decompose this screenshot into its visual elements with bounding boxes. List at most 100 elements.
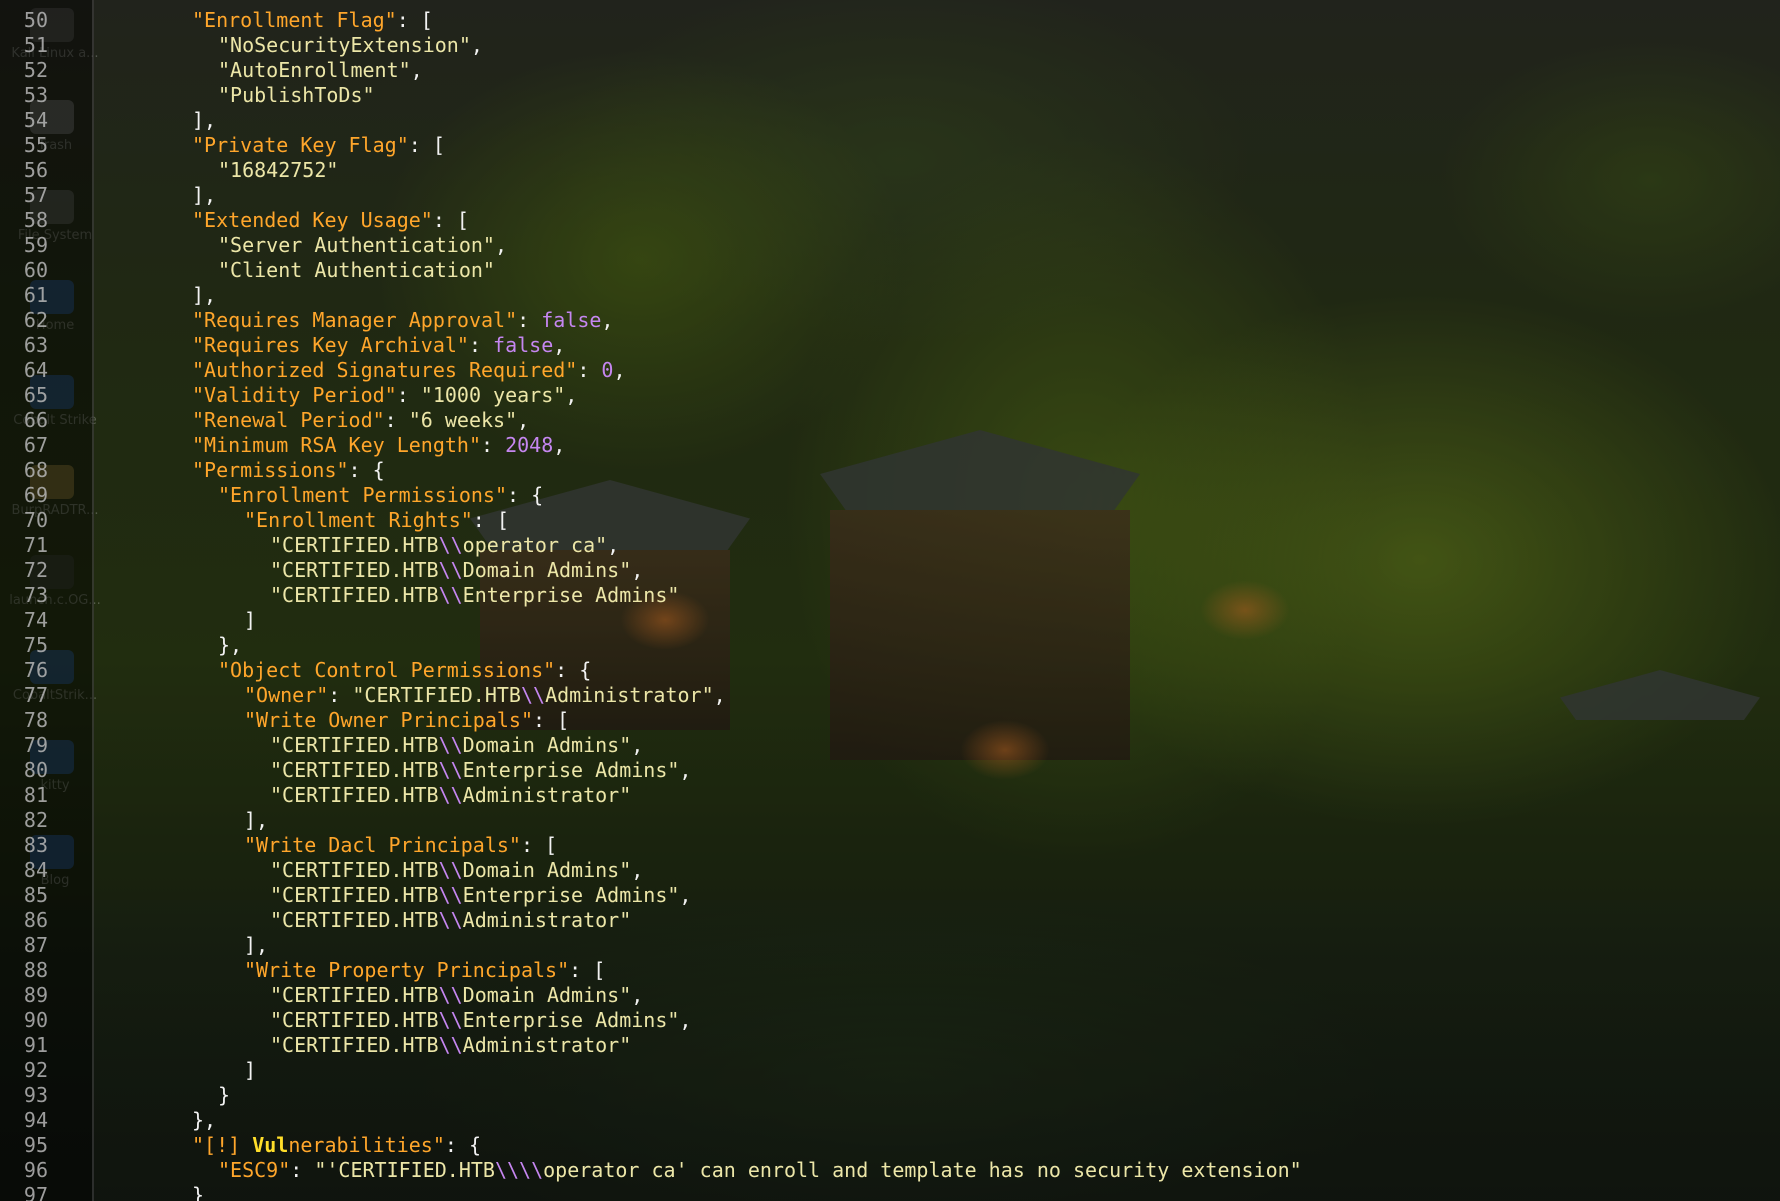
terminal-line: 77 "Owner": "CERTIFIED.HTB\\Administrator… <box>0 683 726 708</box>
terminal-line: 78 "Write Owner Principals": [ <box>0 708 569 733</box>
token-p: , <box>631 983 644 1007</box>
line-number: 95 <box>23 1133 48 1157</box>
token-k: "Requires Manager Approval" <box>192 308 518 332</box>
token-s: "CERTIFIED.HTB <box>270 733 439 757</box>
token-s: Administrator" <box>462 1033 632 1057</box>
token-s: "16842752" <box>218 158 339 182</box>
code-text: "Write Property Principals": [ <box>244 958 605 983</box>
line-number: 56 <box>23 158 48 182</box>
token-p: } <box>192 1183 205 1201</box>
token-p: , <box>601 308 614 332</box>
line-number: 57 <box>23 183 48 207</box>
token-s: Domain Admins" <box>462 733 632 757</box>
terminal-line: 55 "Private Key Flag": [ <box>0 133 445 158</box>
terminal-window[interactable]: 50 "Enrollment Flag": [51 "NoSecurityExten… <box>0 0 1780 1201</box>
token-p: : [ <box>569 958 606 982</box>
line-number: 82 <box>23 808 48 832</box>
code-text: "Write Owner Principals": [ <box>244 708 569 733</box>
token-k: "Permissions" <box>192 458 349 482</box>
line-number: 83 <box>23 833 48 857</box>
line-number: 87 <box>23 933 48 957</box>
code-text: "Extended Key Usage": [ <box>192 208 469 233</box>
terminal-line: 90 "CERTIFIED.HTB\\Enterprise Admins", <box>0 1008 692 1033</box>
token-k: "ESC9" <box>218 1158 291 1182</box>
terminal-line: 66 "Renewal Period": "6 weeks", <box>0 408 529 433</box>
token-p: ], <box>192 283 217 307</box>
code-text: "CERTIFIED.HTB\\Administrator" <box>270 783 631 808</box>
code-text: "CERTIFIED.HTB\\Administrator" <box>270 908 631 933</box>
terminal-line: 73 "CERTIFIED.HTB\\Enterprise Admins" <box>0 583 680 608</box>
token-n: 2048 <box>505 433 554 457</box>
token-s: "CERTIFIED.HTB <box>270 858 439 882</box>
line-number: 75 <box>23 633 48 657</box>
token-p: : [ <box>408 133 445 157</box>
line-number: 53 <box>23 83 48 107</box>
terminal-line: 67 "Minimum RSA Key Length": 2048, <box>0 433 565 458</box>
line-number: 52 <box>23 58 48 82</box>
code-text: "CERTIFIED.HTB\\Domain Admins", <box>270 983 643 1008</box>
terminal-line: 62 "Requires Manager Approval": false, <box>0 308 614 333</box>
token-e: \\ <box>438 758 463 782</box>
code-text: ] <box>244 608 256 633</box>
line-number: 84 <box>23 858 48 882</box>
desktop-screen: Kali Linux a... Trash File System Home Cobal… <box>0 0 1780 1201</box>
token-k: "Object Control Permissions" <box>218 658 556 682</box>
token-s: Domain Admins" <box>462 558 632 582</box>
terminal-line: 82], <box>0 808 268 833</box>
code-text: "CERTIFIED.HTB\\Administrator" <box>270 1033 631 1058</box>
code-text: ], <box>192 108 216 133</box>
code-text: "Object Control Permissions": { <box>218 658 591 683</box>
terminal-line: 57], <box>0 183 216 208</box>
terminal-line: 93} <box>0 1083 230 1108</box>
token-s: "6 weeks" <box>408 408 518 432</box>
line-number: 66 <box>23 408 48 432</box>
code-text: "Write Dacl Principals": [ <box>244 833 557 858</box>
token-s: "CERTIFIED.HTB <box>270 783 439 807</box>
token-s: "CERTIFIED.HTB <box>270 983 439 1007</box>
token-n: 0 <box>601 358 614 382</box>
token-vh: Vul <box>252 1133 289 1157</box>
code-text: ], <box>192 183 216 208</box>
code-text: "CERTIFIED.HTB\\Enterprise Admins", <box>270 883 691 908</box>
line-number: 59 <box>23 233 48 257</box>
line-number: 58 <box>23 208 48 232</box>
token-p: : { <box>506 483 544 507</box>
terminal-line: 51 "NoSecurityExtension", <box>0 33 483 58</box>
code-text: "Validity Period": "1000 years", <box>192 383 577 408</box>
token-k: "Enrollment Rights" <box>244 508 473 532</box>
token-e: \\ <box>438 1008 463 1032</box>
token-p: , <box>470 33 483 57</box>
token-k: "Private Key Flag" <box>192 133 409 157</box>
token-p: , <box>613 358 626 382</box>
token-p: ], <box>192 108 217 132</box>
code-text: "CERTIFIED.HTB\\Enterprise Admins", <box>270 758 691 783</box>
line-number: 74 <box>23 608 48 632</box>
line-number: 88 <box>23 958 48 982</box>
terminal-line: 59 "Server Authentication", <box>0 233 507 258</box>
line-number: 96 <box>23 1158 48 1182</box>
token-s: Domain Admins" <box>462 983 632 1007</box>
token-k: "Extended Key Usage" <box>192 208 433 232</box>
token-s: "CERTIFIED.HTB <box>270 583 439 607</box>
line-number: 64 <box>23 358 48 382</box>
terminal-line: 70 "Enrollment Rights": [ <box>0 508 509 533</box>
line-number: 54 <box>23 108 48 132</box>
terminal-line: 86 "CERTIFIED.HTB\\Administrator" <box>0 908 631 933</box>
line-number: 68 <box>23 458 48 482</box>
line-number: 93 <box>23 1083 48 1107</box>
code-text: "Private Key Flag": [ <box>192 133 445 158</box>
token-p: ] <box>244 1058 257 1082</box>
token-k: "Write Owner Principals" <box>244 708 533 732</box>
token-s: Enterprise Admins" <box>462 758 680 782</box>
token-p: : [ <box>432 208 469 232</box>
terminal-line: 84 "CERTIFIED.HTB\\Domain Admins", <box>0 858 643 883</box>
token-p: , <box>517 408 530 432</box>
token-k: nerabilities" <box>288 1133 445 1157</box>
terminal-output: 50 "Enrollment Flag": [51 "NoSecurityExten… <box>0 8 1302 1201</box>
code-text: }, <box>192 1108 216 1133</box>
code-text: "Enrollment Permissions": { <box>218 483 543 508</box>
terminal-line: 94}, <box>0 1108 216 1133</box>
line-number: 80 <box>23 758 48 782</box>
line-number: 61 <box>23 283 48 307</box>
code-text: "Enrollment Flag": [ <box>192 8 433 33</box>
